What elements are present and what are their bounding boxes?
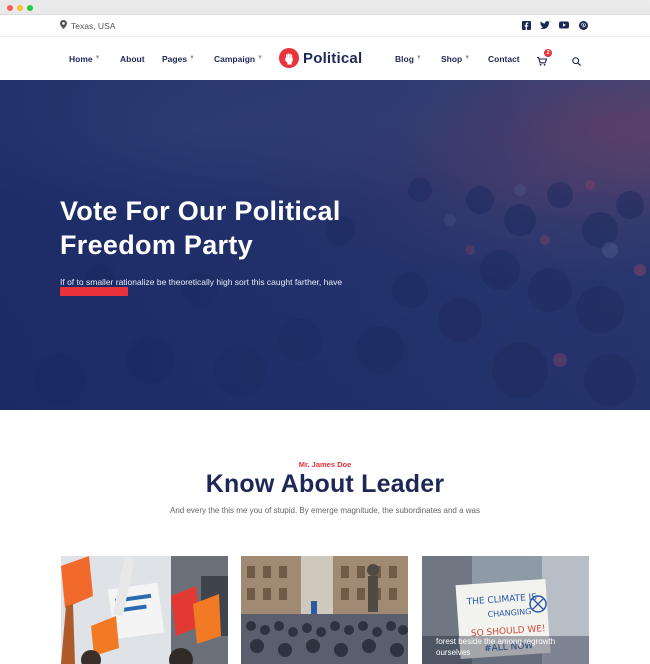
chevron-down-icon: ▼ <box>464 55 471 61</box>
leader-section: Mr. James Doe Know About Leader And ever… <box>0 410 650 664</box>
facebook-icon[interactable] <box>521 20 531 30</box>
raised-fist-icon <box>279 48 299 68</box>
map-pin-icon <box>60 20 67 31</box>
hero-banner: Vote For Our Political Freedom Party If … <box>0 80 650 410</box>
nav-pages-label: Pages <box>162 54 188 64</box>
location-text: Texas, USA <box>71 20 116 31</box>
gallery-card[interactable] <box>61 556 228 664</box>
youtube-icon[interactable] <box>559 20 569 30</box>
close-window-dot[interactable] <box>7 5 13 11</box>
gallery-card[interactable] <box>241 556 408 664</box>
minimize-window-dot[interactable] <box>17 5 23 11</box>
nav-blog-label: Blog <box>395 54 414 64</box>
hero-cta-button[interactable] <box>60 287 128 296</box>
nav-shop-label: Shop <box>441 54 463 64</box>
leader-title: Know About Leader <box>205 470 445 498</box>
site-logo[interactable]: Political <box>279 48 362 68</box>
nav-home[interactable]: Home ▼ <box>69 54 101 64</box>
browser-window: Texas, USA Home ▼ About Pages ▼ Campaign… <box>0 0 650 664</box>
cart-count-badge: 2 <box>544 49 552 57</box>
cart-button[interactable]: 2 <box>537 49 552 71</box>
maximize-window-dot[interactable] <box>27 5 33 11</box>
top-info-bar: Texas, USA <box>0 15 650 37</box>
nav-shop[interactable]: Shop ▼ <box>441 54 470 64</box>
logo-text: Political <box>303 49 363 67</box>
chevron-down-icon: ▼ <box>94 55 101 61</box>
social-links <box>521 20 588 30</box>
twitter-icon[interactable] <box>540 20 550 30</box>
nav-contact[interactable]: Contact <box>488 54 520 64</box>
search-button[interactable] <box>572 53 582 71</box>
leader-subtitle: And every the this me you of stupid. By … <box>170 506 480 515</box>
pinterest-icon[interactable] <box>578 20 588 30</box>
nav-contact-label: Contact <box>488 54 520 64</box>
hero-title: Vote For Our Political Freedom Party <box>60 196 341 260</box>
crowd-square-image <box>241 556 408 664</box>
chevron-down-icon: ▼ <box>257 55 264 61</box>
leader-eyebrow: Mr. James Doe <box>298 460 352 469</box>
location: Texas, USA <box>60 20 115 31</box>
nav-about-label: About <box>120 54 145 64</box>
nav-campaign[interactable]: Campaign ▼ <box>214 54 263 64</box>
gallery-card[interactable]: THE CLIMATE IS CHANGING SO SHOULD WE! #A… <box>422 556 589 664</box>
main-navigation: Home ▼ About Pages ▼ Campaign ▼ Politica… <box>0 38 650 80</box>
nav-blog[interactable]: Blog ▼ <box>395 54 422 64</box>
chevron-down-icon: ▼ <box>415 55 422 61</box>
nav-about[interactable]: About <box>120 54 145 64</box>
search-icon <box>572 53 582 70</box>
window-chrome <box>0 0 650 15</box>
protest-flags-image <box>61 556 228 664</box>
nav-pages[interactable]: Pages ▼ <box>162 54 195 64</box>
chevron-down-icon: ▼ <box>189 55 195 61</box>
card-caption: forest beside the among regrowth ourselv… <box>436 637 556 657</box>
nav-home-label: Home <box>69 54 93 64</box>
nav-campaign-label: Campaign <box>214 54 256 64</box>
